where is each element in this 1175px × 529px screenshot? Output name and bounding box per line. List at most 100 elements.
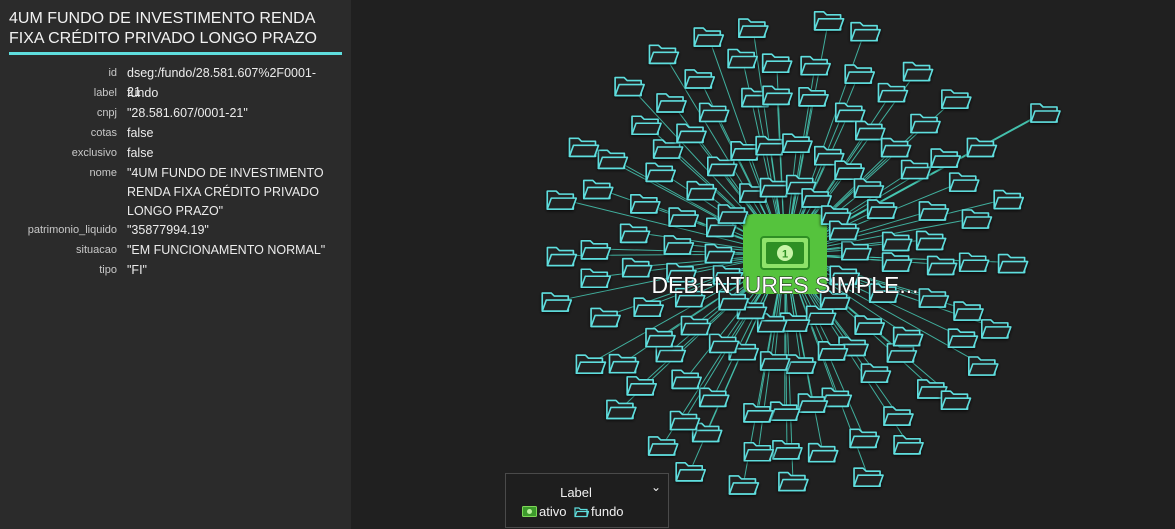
folder-icon[interactable]: [880, 137, 912, 158]
folder-icon[interactable]: [930, 148, 962, 168]
folder-icon[interactable]: [893, 434, 924, 455]
folder-icon[interactable]: [727, 48, 758, 69]
folder-icon[interactable]: [755, 135, 786, 156]
folder-icon[interactable]: [834, 160, 865, 180]
folder-icon[interactable]: [761, 53, 793, 73]
folder-icon[interactable]: [759, 177, 791, 198]
folder-icon[interactable]: [900, 159, 932, 180]
folder-icon[interactable]: [915, 230, 947, 251]
folder-icon[interactable]: [647, 436, 679, 456]
folder-icon[interactable]: [693, 27, 725, 47]
folder-icon[interactable]: [877, 82, 909, 103]
folder-icon[interactable]: [698, 387, 730, 408]
folder-icon[interactable]: [645, 327, 676, 348]
folder-icon[interactable]: [860, 363, 892, 383]
folder-icon[interactable]: [698, 102, 730, 123]
folder-icon[interactable]: [797, 393, 829, 413]
folder-icon[interactable]: [743, 403, 774, 423]
folder-icon[interactable]: [546, 190, 578, 210]
folder-icon[interactable]: [663, 235, 695, 255]
folder-icon[interactable]: [805, 305, 837, 326]
folder-icon[interactable]: [785, 354, 817, 374]
folder-icon[interactable]: [541, 292, 573, 312]
folder-icon[interactable]: [597, 149, 629, 170]
folder-icon[interactable]: [853, 467, 884, 487]
folder-icon[interactable]: [941, 89, 972, 109]
folder-icon[interactable]: [854, 315, 886, 335]
folder-icon[interactable]: [738, 18, 769, 38]
folder-icon[interactable]: [918, 288, 950, 308]
folder-icon[interactable]: [590, 307, 621, 328]
folder-icon[interactable]: [813, 11, 845, 31]
folder-icon[interactable]: [958, 252, 990, 273]
folder-icon[interactable]: [798, 86, 829, 107]
folder-icon[interactable]: [966, 137, 998, 158]
folder-icon[interactable]: [633, 297, 665, 317]
folder-icon[interactable]: [953, 301, 984, 321]
folder-icon[interactable]: [853, 178, 885, 198]
folder-icon[interactable]: [817, 341, 849, 361]
folder-icon[interactable]: [807, 442, 839, 463]
folder-icon[interactable]: [883, 406, 914, 426]
folder-icon[interactable]: [717, 204, 749, 224]
folder-icon[interactable]: [993, 189, 1025, 210]
folder-icon[interactable]: [849, 428, 880, 449]
folder-icon[interactable]: [850, 21, 881, 42]
folder-icon[interactable]: [926, 255, 958, 276]
folder-icon[interactable]: [671, 369, 702, 390]
folder-icon[interactable]: [626, 376, 658, 396]
folder-icon[interactable]: [886, 343, 918, 363]
folder-icon[interactable]: [568, 137, 600, 158]
folder-icon[interactable]: [606, 399, 637, 420]
folder-icon[interactable]: [947, 328, 979, 348]
folder-icon[interactable]: [680, 315, 712, 336]
folder-icon[interactable]: [704, 243, 736, 264]
folder-icon[interactable]: [948, 172, 980, 192]
folder-icon[interactable]: [881, 231, 913, 252]
folder-icon[interactable]: [676, 123, 707, 144]
folder-icon[interactable]: [769, 401, 801, 421]
folder-icon[interactable]: [772, 440, 803, 460]
folder-icon[interactable]: [546, 246, 578, 267]
folder-icon[interactable]: [645, 162, 677, 183]
folder-icon[interactable]: [759, 351, 791, 371]
folder-icon[interactable]: [580, 240, 612, 260]
folder-icon[interactable]: [841, 240, 872, 261]
folder-icon[interactable]: [997, 253, 1029, 274]
folder-icon[interactable]: [918, 201, 950, 221]
chevron-down-icon[interactable]: ⌄: [649, 480, 663, 494]
folder-icon[interactable]: [800, 55, 831, 76]
folder-icon[interactable]: [1030, 103, 1061, 123]
folder-icon[interactable]: [844, 64, 876, 84]
folder-icon[interactable]: [656, 93, 687, 113]
folder-icon[interactable]: [762, 85, 793, 106]
folder-icon[interactable]: [648, 44, 680, 65]
folder-icon[interactable]: [575, 354, 607, 375]
folder-icon[interactable]: [631, 115, 662, 136]
folder-icon[interactable]: [686, 180, 718, 201]
folder-icon[interactable]: [684, 69, 716, 89]
folder-icon[interactable]: [675, 462, 707, 482]
folder-icon[interactable]: [743, 441, 775, 462]
folder-icon[interactable]: [902, 61, 934, 82]
folder-icon[interactable]: [708, 333, 740, 354]
folder-icon[interactable]: [614, 76, 645, 97]
folder-icon[interactable]: [968, 356, 999, 376]
graph-canvas[interactable]: 1 DEBENTURES SIMPLE...: [351, 0, 1175, 529]
folder-icon[interactable]: [778, 471, 809, 492]
folder-icon[interactable]: [608, 353, 640, 374]
folder-icon[interactable]: [828, 220, 860, 241]
folder-icon[interactable]: [669, 410, 701, 431]
folder-icon[interactable]: [621, 257, 653, 278]
folder-icon[interactable]: [580, 268, 612, 289]
folder-icon[interactable]: [582, 179, 614, 200]
folder-icon[interactable]: [881, 252, 913, 272]
folder-icon[interactable]: [855, 120, 886, 141]
folder-icon[interactable]: [892, 326, 924, 347]
folder-icon[interactable]: [728, 475, 760, 495]
folder-icon[interactable]: [961, 209, 993, 229]
folder-icon[interactable]: [910, 113, 941, 134]
folder-icon[interactable]: [834, 102, 866, 123]
folder-icon[interactable]: [801, 188, 832, 208]
folder-icon[interactable]: [668, 207, 699, 227]
